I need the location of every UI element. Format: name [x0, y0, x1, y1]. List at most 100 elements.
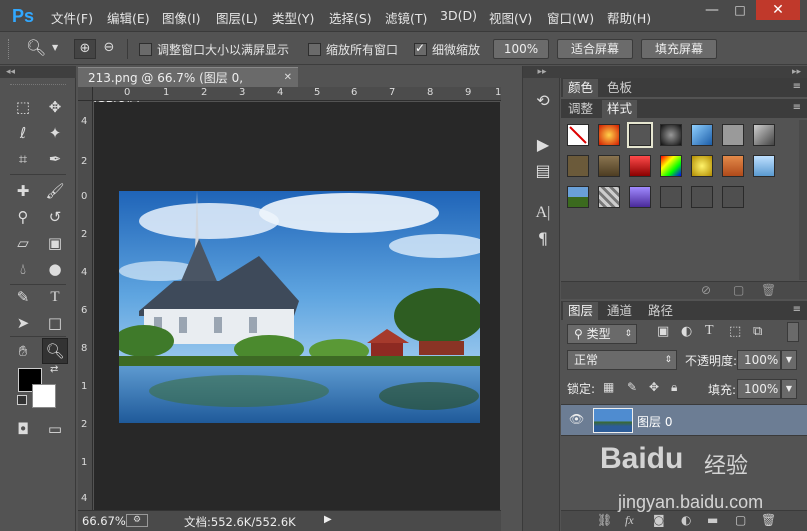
style-swatch[interactable]: [567, 124, 589, 146]
history-brush-icon[interactable]: ↺: [44, 206, 66, 228]
menu-type[interactable]: 类型(Y): [272, 8, 314, 27]
healing-brush-icon[interactable]: ✚: [12, 180, 34, 202]
style-swatch[interactable]: [691, 186, 713, 208]
panel-menu-icon[interactable]: ≡: [793, 102, 801, 113]
move-tool-icon[interactable]: ✥: [44, 96, 66, 118]
chevron-down-icon[interactable]: ▼: [781, 350, 797, 370]
menu-edit[interactable]: 编辑(E): [107, 8, 150, 27]
tab-layers[interactable]: 图层: [563, 302, 599, 320]
chevron-down-icon[interactable]: ▼: [52, 43, 58, 52]
eyedropper-icon[interactable]: ✒: [44, 148, 66, 170]
zoom-tool-icon[interactable]: 🔍︎: [42, 338, 68, 364]
document-tab[interactable]: 213.png @ 66.7% (图层 0, RGB/8#) ✕: [78, 67, 298, 105]
status-options-icon[interactable]: ⚙: [126, 514, 148, 527]
background-color-swatch[interactable]: [32, 384, 56, 408]
eye-icon[interactable]: 👁︎: [569, 412, 584, 426]
new-group-icon[interactable]: ▬: [707, 513, 718, 527]
swap-colors-icon[interactable]: ⇄: [50, 364, 58, 375]
path-selection-icon[interactable]: ➤: [12, 312, 34, 334]
zoom-level[interactable]: 66.67%: [82, 514, 126, 528]
menu-window[interactable]: 窗口(W): [547, 8, 594, 27]
style-swatch[interactable]: [753, 124, 775, 146]
adjustment-layer-icon[interactable]: ◐: [681, 513, 691, 527]
dodge-tool-icon[interactable]: ●: [44, 258, 66, 280]
menu-file[interactable]: 文件(F): [51, 8, 93, 27]
menu-layer[interactable]: 图层(L): [216, 8, 258, 27]
style-swatch[interactable]: [722, 186, 744, 208]
lock-pixels-icon[interactable]: ✎: [627, 380, 637, 394]
tools-panel-header[interactable]: ◂◂: [0, 66, 76, 78]
style-swatch[interactable]: [629, 186, 651, 208]
panel-menu-icon[interactable]: ≡: [793, 304, 801, 315]
vertical-ruler[interactable]: 4 2 0 2 4 6 8 1 2 1 4: [78, 101, 93, 511]
minimize-button[interactable]: —: [698, 0, 726, 20]
maximize-button[interactable]: □: [726, 0, 754, 20]
style-swatch[interactable]: [598, 155, 620, 177]
drag-grip[interactable]: [10, 84, 66, 88]
hand-tool-icon[interactable]: ✋︎: [12, 340, 34, 362]
menu-filter[interactable]: 滤镜(T): [385, 8, 427, 27]
styles-scrollbar[interactable]: [799, 120, 807, 280]
document-image[interactable]: [119, 191, 480, 423]
close-button[interactable]: ✕: [756, 0, 800, 20]
menu-3d[interactable]: 3D(D): [440, 8, 477, 23]
actual-pixels-button[interactable]: 100%: [493, 39, 549, 59]
style-swatch[interactable]: [567, 186, 589, 208]
tab-channels[interactable]: 通道: [602, 302, 637, 320]
rectangle-tool-icon[interactable]: □: [44, 312, 66, 334]
link-layers-icon[interactable]: ⛓: [597, 513, 612, 527]
delete-layer-icon[interactable]: 🗑︎: [761, 513, 776, 527]
paragraph-panel-icon[interactable]: ¶: [532, 228, 554, 250]
status-menu-arrow-icon[interactable]: ▶: [324, 514, 332, 525]
menu-select[interactable]: 选择(S): [329, 8, 372, 27]
history-panel-icon[interactable]: ⟲: [532, 90, 554, 112]
default-colors-icon[interactable]: [17, 395, 27, 405]
menu-image[interactable]: 图像(I): [162, 8, 200, 27]
horizontal-ruler[interactable]: 0 1 2 3 4 5 6 7 8 9 1: [93, 87, 501, 101]
filter-toggle[interactable]: [787, 322, 799, 342]
fit-screen-button[interactable]: 适合屏幕: [557, 39, 633, 59]
zoom-tool-preset-icon[interactable]: 🔍︎: [26, 38, 46, 57]
close-tab-icon[interactable]: ✕: [284, 68, 292, 88]
pixel-filter-icon[interactable]: ▣: [657, 324, 669, 339]
style-swatch[interactable]: [722, 124, 744, 146]
fx-icon[interactable]: fx: [625, 513, 634, 528]
screen-mode-icon[interactable]: ▭: [44, 418, 66, 440]
actions-panel-icon[interactable]: ▶: [532, 134, 554, 156]
info-panel-icon[interactable]: ▤: [532, 160, 554, 182]
no-style-icon[interactable]: ⊘: [701, 283, 711, 297]
drag-grip[interactable]: [8, 39, 12, 59]
style-swatch[interactable]: [567, 155, 589, 177]
blur-tool-icon[interactable]: 💧︎: [12, 258, 34, 280]
add-mask-icon[interactable]: ◙: [653, 513, 665, 527]
new-style-icon[interactable]: ▢: [733, 283, 744, 297]
chevron-down-icon[interactable]: ▼: [781, 379, 797, 399]
layer-kind-filter[interactable]: ⚲ 类型 ⇕: [567, 324, 637, 344]
blend-mode-select[interactable]: 正常 ⇕: [567, 350, 677, 370]
style-swatch[interactable]: [629, 155, 651, 177]
adjustment-filter-icon[interactable]: ◐: [681, 324, 692, 339]
style-swatch[interactable]: [722, 155, 744, 177]
brush-tool-icon[interactable]: 🖌︎: [44, 180, 66, 202]
style-swatch[interactable]: [598, 124, 620, 146]
style-swatch[interactable]: [753, 155, 775, 177]
tab-paths[interactable]: 路径: [643, 302, 678, 320]
resize-windows-checkbox[interactable]: [139, 43, 152, 56]
ruler-origin[interactable]: [78, 87, 93, 101]
tab-color[interactable]: 颜色: [563, 79, 599, 97]
zoom-all-windows-checkbox[interactable]: [308, 43, 321, 56]
style-swatch[interactable]: [691, 124, 713, 146]
tab-adjustments[interactable]: 调整: [563, 100, 598, 118]
new-layer-icon[interactable]: ▢: [735, 513, 746, 527]
type-filter-icon[interactable]: T: [705, 323, 714, 339]
clone-stamp-icon[interactable]: ⚲: [12, 206, 34, 228]
tab-styles[interactable]: 样式: [602, 100, 638, 118]
layer-row[interactable]: 👁︎ 图层 0: [561, 404, 807, 436]
scrubby-zoom-checkbox[interactable]: [414, 41, 427, 56]
lock-transparency-icon[interactable]: ▦: [603, 380, 614, 394]
lock-position-icon[interactable]: ✥: [649, 380, 659, 394]
zoom-out-icon[interactable]: ⊖: [98, 39, 120, 59]
panel-menu-icon[interactable]: ≡: [793, 81, 801, 92]
style-swatch[interactable]: [598, 186, 620, 208]
style-swatch[interactable]: [660, 155, 682, 177]
